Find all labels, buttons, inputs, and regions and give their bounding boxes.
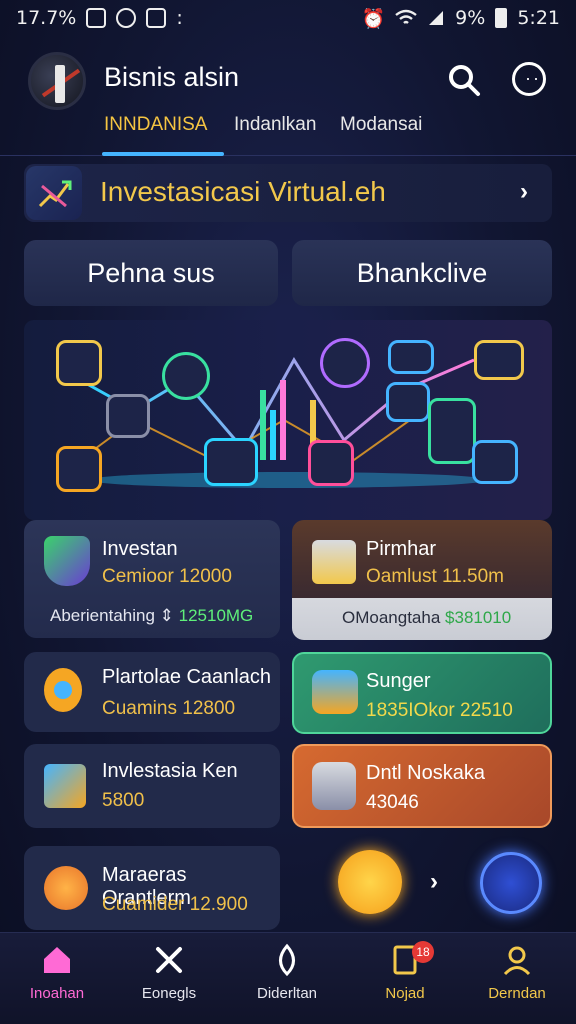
card-title: Pirmhar — [366, 538, 437, 560]
growth-node-icon — [320, 338, 370, 388]
nav-item-tools[interactable]: Eonegls — [114, 943, 224, 1002]
badge-icon — [44, 668, 82, 712]
nav-item-home[interactable]: Inoahan — [2, 943, 112, 1002]
user-icon — [503, 946, 531, 976]
tab-innaisa[interactable]: INNDANISA — [104, 114, 207, 136]
virtual-investment-banner[interactable]: Investasicasi Virtual.eh › — [24, 164, 552, 222]
shield-node-icon — [162, 352, 210, 400]
list-card-invlestasia[interactable]: Invlestasia Ken 5800 — [24, 744, 280, 828]
battery-icon — [495, 8, 508, 28]
list-card-plartolae[interactable]: Plartolae Caanlach Cuamins 12800 — [24, 652, 280, 732]
nav-label: Inoahan — [29, 985, 85, 1002]
robot-arm-icon — [312, 762, 356, 810]
card-footer-value: $381010 — [445, 608, 512, 627]
nav-item-user[interactable]: Derndan — [462, 943, 572, 1002]
circle-app-icon — [116, 8, 137, 28]
grid-node-icon — [56, 446, 102, 492]
chevron-right-icon[interactable]: › — [430, 868, 438, 896]
search-node-icon — [204, 438, 258, 486]
card-footer: OMoangtaha $381010 — [342, 608, 511, 628]
nav-label: Eonegls — [141, 985, 197, 1002]
clock: 5:21 — [517, 7, 560, 29]
more-dots-icon: : — [176, 7, 183, 29]
card-footer-label: OMoangtaha — [342, 608, 441, 627]
tab-indanlkan[interactable]: Indanlkan — [234, 114, 316, 136]
nav-label: Nojad — [385, 985, 425, 1002]
drop-icon — [279, 943, 295, 977]
feature-card-investan[interactable]: Investan Cemioor 12000 Aberientahing ⇕ 1… — [24, 520, 280, 638]
profile-icon[interactable] — [512, 62, 546, 96]
swap-icon: ⇕ — [159, 606, 179, 625]
card-subtitle: 43046 — [366, 792, 419, 813]
coin-icon — [44, 866, 88, 910]
chevron-right-icon: › — [520, 178, 528, 205]
section-title-left: Pehna sus — [24, 240, 278, 306]
nav-item-document[interactable]: 18 Nojad — [350, 941, 460, 1002]
nav-label: Diderltan — [256, 985, 318, 1002]
battery-percent: 9% — [455, 7, 486, 29]
card-footer-label: Aberientahing — [50, 606, 155, 625]
tab-modansai[interactable]: Modansai — [340, 114, 422, 136]
investment-network-graphic — [24, 320, 552, 520]
chart-growth-icon — [26, 166, 82, 220]
chart-node-icon — [56, 340, 102, 386]
status-left-text: 17.7% — [16, 7, 77, 29]
wallet-icon[interactable] — [338, 850, 402, 914]
card-title: Investan — [102, 538, 178, 560]
coins-stack-icon — [312, 540, 356, 584]
nav-label: Derndan — [488, 985, 546, 1002]
card-subtitle: 5800 — [102, 790, 145, 811]
nav-item-drop[interactable]: Diderltan — [232, 943, 342, 1002]
dollar-node-icon — [308, 440, 354, 486]
image-icon — [146, 8, 167, 28]
trend-node-icon — [428, 398, 476, 464]
cart-node-icon — [386, 382, 430, 422]
wallet-node-icon — [474, 340, 524, 380]
feature-card-pirmhar[interactable]: Pirmhar Oamlust 11.50m OMoangtaha $38101… — [292, 520, 552, 640]
list-card-dntl[interactable]: Dntl Noskaka 43046 — [292, 744, 552, 828]
app-header: Bisnis alsin INNDANISA Indanlkan Modansa… — [0, 46, 576, 156]
avatar[interactable] — [28, 52, 86, 110]
list-card-sunger[interactable]: Sunger 1835IOkor 22510 — [292, 652, 552, 734]
banner-title: Investasicasi Virtual.eh — [100, 176, 386, 207]
section-title-right: Bhankclive — [292, 240, 552, 306]
alarm-icon: ⏰ — [361, 7, 386, 30]
lock-node-icon — [106, 394, 150, 438]
card-footer-value: 12510MG — [178, 606, 254, 625]
globe-node-icon — [472, 440, 518, 484]
card-title: Dntl Noskaka — [366, 762, 485, 784]
tab-bar: INNDANISA Indanlkan Modansai — [0, 110, 576, 156]
card-title: Invlestasia Ken — [102, 760, 238, 782]
card-subtitle: Cuamider 12.900 — [102, 894, 248, 915]
treasure-icon — [312, 670, 358, 714]
list-card-maraeras[interactable]: Maraeras Orantlerm Cuamider 12.900 — [24, 846, 280, 930]
card-subtitle: Cemioor 12000 — [102, 566, 232, 587]
card-subtitle: 1835IOkor 22510 — [366, 700, 513, 721]
card-footer: Aberientahing ⇕ 12510MG — [50, 606, 253, 626]
card-title: Sunger — [366, 670, 431, 692]
home-icon — [44, 947, 70, 973]
card-subtitle: Oamlust 11.50m — [366, 566, 504, 587]
tools-icon — [156, 947, 182, 973]
card-node-icon — [388, 340, 434, 374]
card-subtitle: Cuamins 12800 — [102, 698, 236, 719]
app-title: Bisnis alsin — [104, 62, 240, 92]
shield-icon — [44, 536, 90, 586]
active-tab-indicator — [102, 152, 224, 156]
notification-icon — [86, 8, 107, 28]
signal-icon — [429, 11, 444, 25]
card-title: Plartolae Caanlach — [102, 666, 271, 688]
card-icon — [44, 764, 86, 808]
status-bar: 17.7% : ⏰ 9% 5:21 — [0, 0, 576, 36]
notification-badge: 18 — [412, 941, 434, 963]
search-icon[interactable] — [446, 62, 482, 98]
bottom-nav: Inoahan Eonegls Diderltan 18 Nojad Dernd… — [0, 932, 576, 1024]
wifi-icon — [395, 9, 417, 24]
camera-icon[interactable] — [480, 852, 542, 914]
